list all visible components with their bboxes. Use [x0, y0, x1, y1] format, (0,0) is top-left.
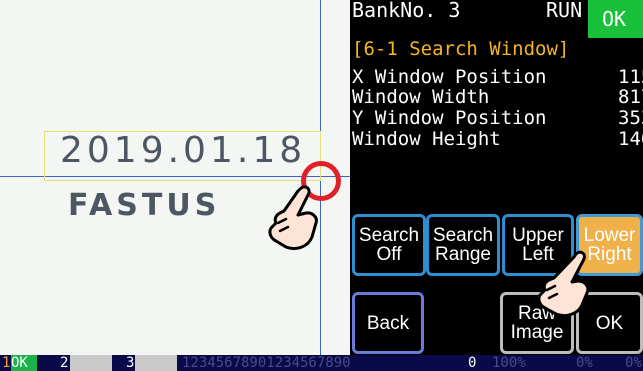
- param-label-y-position: Y Window Position: [352, 107, 547, 129]
- status-tail: 0%: [625, 355, 642, 371]
- status-percent-2: 0%: [576, 355, 593, 371]
- param-value-x-position: 115: [618, 66, 643, 88]
- captured-date-text: 2019.01.18: [60, 130, 307, 171]
- status-percent-1: 100%: [492, 355, 526, 371]
- param-value-height: 146: [618, 128, 643, 150]
- camera-view[interactable]: 2019.01.18 FASTUS: [0, 0, 350, 355]
- search-off-button[interactable]: Search Off: [352, 214, 426, 276]
- status-bar: 1 OK 2 3 12345678901234567890 0 100% 0% …: [0, 355, 643, 371]
- section-title: [6-1 Search Window]: [352, 38, 570, 60]
- search-range-button[interactable]: Search Range: [426, 214, 500, 276]
- bank-2-result: [70, 355, 112, 371]
- param-value-y-position: 353: [618, 107, 643, 129]
- param-label-x-position: X Window Position: [352, 66, 547, 88]
- bank-3-result: [135, 355, 177, 371]
- param-value-width: 817: [618, 86, 643, 108]
- param-label-height: Window Height: [352, 128, 501, 150]
- back-button[interactable]: Back: [352, 292, 424, 354]
- panel-header: BankNo. 3 RUN OK: [350, 0, 643, 40]
- pointing-hand-icon: [537, 250, 590, 318]
- bank-1-result: OK: [11, 355, 37, 371]
- run-status: RUN: [546, 0, 583, 22]
- bank-number: BankNo. 3: [352, 0, 461, 22]
- captured-brand-text: FASTUS: [68, 188, 221, 223]
- bank-2-index: 2: [60, 355, 69, 371]
- digit-strip: 12345678901234567890: [182, 355, 351, 371]
- param-label-width: Window Width: [352, 86, 490, 108]
- status-zero: 0: [468, 355, 477, 371]
- bank-3-index: 3: [126, 355, 135, 371]
- judgement-ok-badge: OK: [588, 0, 643, 38]
- settings-panel: BankNo. 3 RUN OK [6-1 Search Window] X W…: [350, 0, 643, 355]
- bank-1-index: 1: [2, 355, 11, 371]
- pointing-hand-icon: [268, 185, 318, 251]
